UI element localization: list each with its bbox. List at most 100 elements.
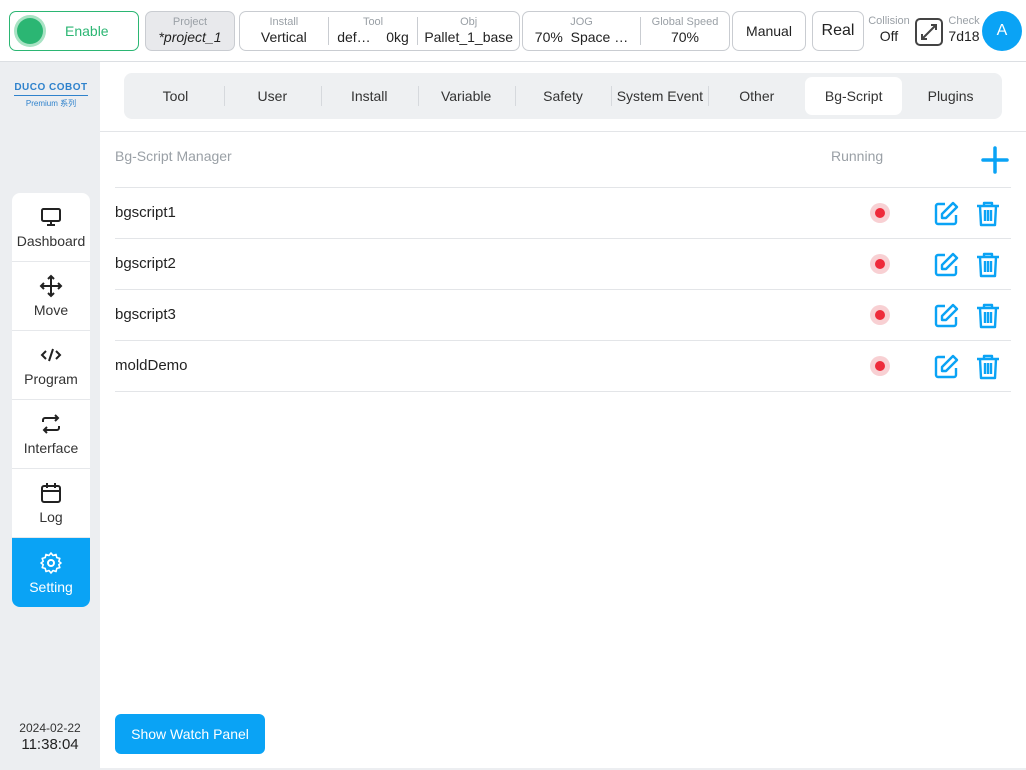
nav-label-log: Log xyxy=(39,509,63,525)
nav-item-log[interactable]: Log xyxy=(12,469,90,538)
jog-label: JOG xyxy=(570,16,593,28)
tool-label: Tool xyxy=(362,16,384,28)
jog-cell[interactable]: JOG 70% Space … xyxy=(523,14,640,48)
user-avatar[interactable]: A xyxy=(982,11,1022,51)
jog-speed-group[interactable]: JOG 70% Space … Global Speed 70% xyxy=(522,11,730,51)
script-name: moldDemo xyxy=(115,357,188,374)
stopped-status-icon xyxy=(870,356,890,376)
nav-label-move: Move xyxy=(33,302,69,318)
nav-label-setting: Setting xyxy=(29,578,73,595)
calendar-icon xyxy=(41,483,61,503)
sidebar: DUCO COBOT Premium 系列 Dashboard Move Pro… xyxy=(0,62,100,770)
delete-icon[interactable] xyxy=(974,200,1002,228)
check-status[interactable]: Check 7d18 xyxy=(946,15,982,45)
logo-divider xyxy=(14,95,88,96)
edit-icon[interactable] xyxy=(932,251,960,279)
bgscript-row: bgscript3 xyxy=(115,290,1011,341)
obj-label: Obj xyxy=(460,16,478,28)
code-icon xyxy=(40,348,62,362)
fullscreen-icon[interactable] xyxy=(914,17,944,47)
bgscript-row: bgscript1 xyxy=(115,188,1011,239)
logo-sub-text: Premium 系列 xyxy=(25,99,77,108)
tool-cell[interactable]: Tool def… 0kg xyxy=(329,14,418,48)
delete-icon[interactable] xyxy=(974,251,1002,279)
move-arrows-icon xyxy=(39,274,63,298)
global-speed-label: Global Speed xyxy=(651,16,719,28)
settings-panel: Tool User Install Variable Safety System… xyxy=(100,62,1026,768)
script-name: bgscript1 xyxy=(115,204,176,221)
nav-item-interface[interactable]: Interface xyxy=(12,400,90,469)
running-column-header: Running xyxy=(831,148,884,164)
stopped-status-icon xyxy=(870,305,890,325)
bgscript-list-header: Bg-Script Manager Running xyxy=(115,146,1011,188)
nav-item-program[interactable]: Program xyxy=(12,331,90,400)
install-tool-obj-group[interactable]: Install Vertical Tool def… 0kg Obj Palle… xyxy=(239,11,520,51)
swap-icon xyxy=(42,414,60,434)
tool-load: 0kg xyxy=(386,29,409,45)
collision-value: Off xyxy=(879,28,899,44)
bgscript-row: moldDemo xyxy=(115,341,1011,392)
power-status-icon xyxy=(17,18,43,44)
mode-manual-button[interactable]: Manual xyxy=(732,11,806,51)
current-date: 2024-02-22 xyxy=(19,721,81,735)
show-watch-panel-button[interactable]: Show Watch Panel xyxy=(115,714,265,754)
tab-other[interactable]: Other xyxy=(708,77,805,115)
script-name: bgscript2 xyxy=(115,255,176,272)
gear-icon xyxy=(40,551,62,574)
install-value: Vertical xyxy=(260,29,307,45)
tab-user[interactable]: User xyxy=(223,77,321,115)
divider xyxy=(100,131,1026,132)
brand-logo: DUCO COBOT Premium 系列 xyxy=(10,82,92,109)
current-time: 11:38:04 xyxy=(21,736,79,753)
monitor-icon xyxy=(41,208,61,226)
top-status-bar: Enable Project *project_1 Install Vertic… xyxy=(0,0,1026,62)
delete-icon[interactable] xyxy=(974,353,1002,381)
global-speed-cell[interactable]: Global Speed 70% xyxy=(641,14,729,48)
clock: 2024-02-22 11:38:04 xyxy=(0,721,100,753)
stopped-status-icon xyxy=(870,254,890,274)
nav-label-dashboard: Dashboard xyxy=(16,233,86,249)
nav-label-interface: Interface xyxy=(23,440,79,456)
obj-cell[interactable]: Obj Pallet_1_base xyxy=(418,14,519,48)
real-sim-toggle[interactable]: Real xyxy=(812,11,864,51)
jog-percent: 70% xyxy=(534,29,563,45)
jog-space: Space … xyxy=(570,29,629,45)
project-label: Project xyxy=(172,16,208,28)
tool-value: def… 0kg xyxy=(337,29,409,46)
tab-tool[interactable]: Tool xyxy=(127,77,224,115)
enable-button[interactable]: Enable xyxy=(9,11,139,51)
edit-icon[interactable] xyxy=(932,353,960,381)
logo-main-text: DUCO COBOT xyxy=(14,82,88,93)
tab-bg-script[interactable]: Bg-Script xyxy=(805,77,903,115)
nav-item-setting[interactable]: Setting xyxy=(12,538,90,607)
settings-tabs: Tool User Install Variable Safety System… xyxy=(124,73,1002,119)
install-label: Install xyxy=(269,16,299,28)
tab-system-event[interactable]: System Event xyxy=(611,77,708,115)
obj-value: Pallet_1_base xyxy=(424,29,514,45)
nav-item-move[interactable]: Move xyxy=(12,262,90,331)
add-script-icon[interactable] xyxy=(981,146,1009,174)
project-selector[interactable]: Project *project_1 xyxy=(145,11,235,51)
stopped-status-icon xyxy=(870,203,890,223)
tab-install[interactable]: Install xyxy=(320,77,418,115)
install-cell[interactable]: Install Vertical xyxy=(240,14,328,48)
nav-label-program: Program xyxy=(24,371,78,387)
delete-icon[interactable] xyxy=(974,302,1002,330)
edit-icon[interactable] xyxy=(932,302,960,330)
collision-label: Collision xyxy=(868,15,910,27)
tool-name: def… xyxy=(337,29,371,45)
nav-item-dashboard[interactable]: Dashboard xyxy=(12,193,90,262)
project-name: *project_1 xyxy=(158,29,222,45)
global-speed-value: 70% xyxy=(670,29,700,45)
jog-value: 70% Space … xyxy=(535,29,628,46)
script-name: bgscript3 xyxy=(115,306,176,323)
tab-variable[interactable]: Variable xyxy=(417,77,515,115)
tab-safety[interactable]: Safety xyxy=(514,77,612,115)
collision-status[interactable]: Collision Off xyxy=(866,15,912,45)
check-label: Check xyxy=(948,15,980,27)
bgscript-manager-title: Bg-Script Manager xyxy=(115,148,232,164)
check-value: 7d18 xyxy=(948,28,980,44)
enable-label: Enable xyxy=(65,23,109,39)
edit-icon[interactable] xyxy=(932,200,960,228)
tab-plugins[interactable]: Plugins xyxy=(902,77,999,115)
